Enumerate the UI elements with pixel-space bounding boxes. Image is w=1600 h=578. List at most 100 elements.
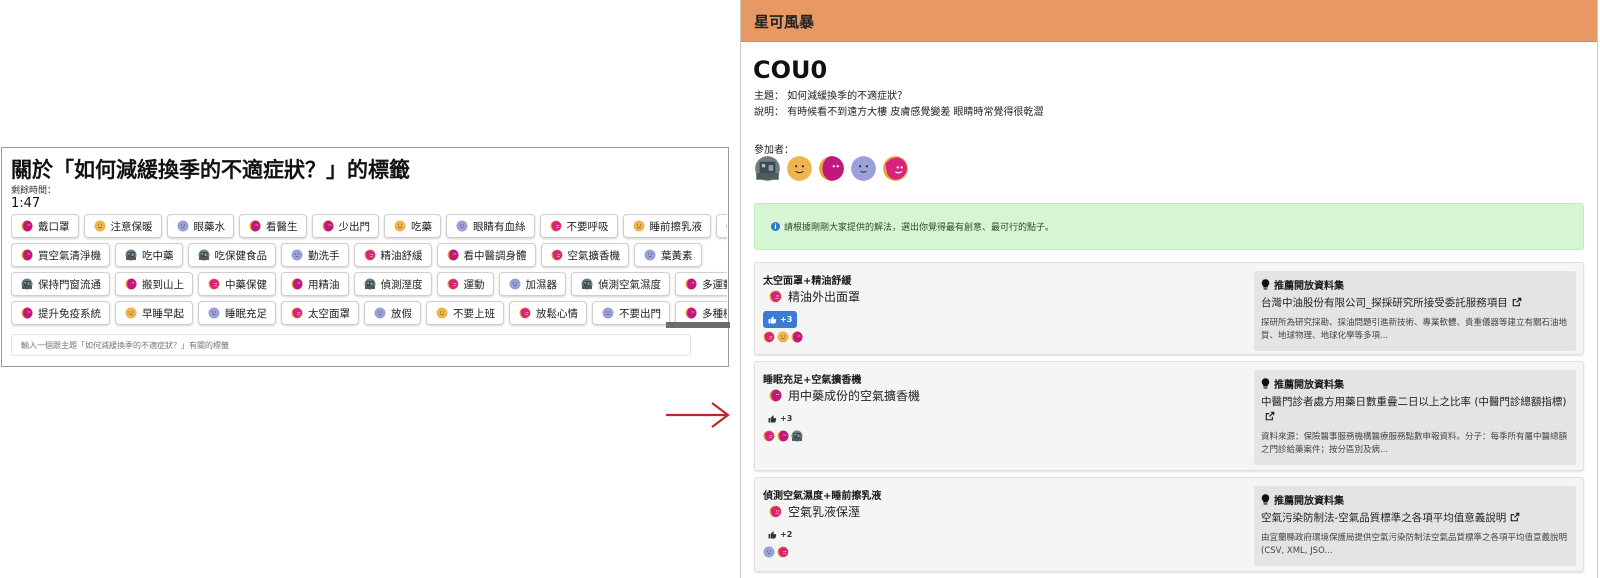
tag-chip[interactable]: 多運動 bbox=[675, 272, 727, 296]
tag-author-avatar-icon bbox=[436, 307, 448, 319]
dataset-name: 空氣污染防制法-空氣品質標準之各項平均值意義說明 bbox=[1261, 512, 1507, 524]
tag-chip[interactable]: 葉黃素 bbox=[634, 243, 702, 267]
tag-list-scrollbar[interactable] bbox=[666, 322, 730, 328]
tag-author-avatar-icon bbox=[177, 220, 188, 232]
tag-label: 偵測空氣濕度 bbox=[598, 278, 661, 291]
tag-chip[interactable]: 提升免疫系統 bbox=[11, 301, 110, 325]
tag-author-avatar-icon bbox=[125, 278, 137, 290]
tag-chip[interactable]: 眼藥水 bbox=[166, 214, 234, 238]
tag-label: 搬到山上 bbox=[142, 278, 184, 291]
tag-chip[interactable]: 加濕器 bbox=[498, 272, 566, 296]
topic-line: 主題： 如何減緩換季的不適症狀？ bbox=[754, 87, 907, 102]
tag-chip[interactable]: 吃藥 bbox=[384, 214, 441, 238]
topic-text: 如何減緩換季的不適症狀？ bbox=[787, 91, 908, 102]
participant-avatar-icon bbox=[883, 156, 908, 181]
tag-chip[interactable]: 睡前擦乳液 bbox=[622, 214, 711, 238]
tag-label: 放假 bbox=[391, 307, 412, 320]
tag-author-avatar-icon bbox=[633, 220, 644, 232]
tag-label: 少出門 bbox=[338, 220, 371, 233]
results-panel: 星可風暴 COU0 主題： 如何減緩換季的不適症狀？ 說明： 有時候看不到遠方大… bbox=[740, 0, 1598, 578]
tag-chip[interactable]: 不要出門 bbox=[592, 301, 670, 325]
tag-chip[interactable]: 太空面罩 bbox=[281, 301, 359, 325]
tag-chip[interactable]: 搬到山上 bbox=[115, 272, 193, 296]
tag-chip[interactable]: 睡眠充足 bbox=[198, 301, 276, 325]
tag-label: 戴口罩 bbox=[38, 220, 70, 233]
dataset-recommendation: 推薦開放資料集 台灣中油股份有限公司_探採研究所接受委託服務項目 探研所為研究採勘、… bbox=[1254, 271, 1576, 351]
tag-list: 戴口罩 注意保暖 眼藥水 看醫生 少出門 吃藥 眼睛有血絲 不要呼吸 睡前擦乳液 看中醫買空氣清淨… bbox=[11, 214, 727, 328]
tag-label: 睡眠充足 bbox=[225, 307, 267, 320]
tag-chip[interactable]: 吃中藥 bbox=[115, 243, 183, 267]
lightbulb-icon bbox=[1261, 378, 1270, 389]
dataset-link[interactable]: 中醫門診者處方用藥日數重疊二日以上之比率 (中醫門診總額指標) bbox=[1261, 395, 1569, 425]
idea-author-avatar-icon bbox=[769, 389, 782, 402]
dataset-link[interactable]: 台灣中油股份有限公司_探採研究所接受委託服務項目 bbox=[1261, 296, 1569, 311]
tag-label: 不要出門 bbox=[619, 307, 661, 320]
dataset-recommendation: 推薦開放資料集 中醫門診者處方用藥日數重疊二日以上之比率 (中醫門診總額指標) 資料… bbox=[1254, 370, 1576, 465]
tag-label: 保持門窗流通 bbox=[38, 278, 101, 291]
tag-chip[interactable]: 偵測空氣濕度 bbox=[571, 272, 670, 296]
tag-chip[interactable]: 看醫生 bbox=[239, 214, 307, 238]
participant-avatar-icon bbox=[819, 156, 844, 181]
external-link-icon bbox=[1511, 512, 1520, 522]
tag-chip[interactable]: 精油舒緩 bbox=[353, 243, 432, 267]
dataset-heading-row: 推薦開放資料集 bbox=[1261, 376, 1569, 391]
dataset-link[interactable]: 空氣污染防制法-空氣品質標準之各項平均值意義說明 bbox=[1261, 511, 1569, 526]
app-title: 星可風暴 bbox=[754, 13, 815, 31]
dataset-recommendation: 推薦開放資料集 空氣污染防制法-空氣品質標準之各項平均值意義說明 由宜蘭縣政府環境保… bbox=[1254, 486, 1576, 566]
tag-label: 多種樹 bbox=[702, 307, 727, 320]
voter-avatar-icon bbox=[763, 546, 775, 558]
timer-label: 剩餘時間： bbox=[11, 186, 57, 196]
dataset-name: 台灣中油股份有限公司_探採研究所接受委託服務項目 bbox=[1261, 297, 1508, 309]
dataset-heading-row: 推薦開放資料集 bbox=[1261, 277, 1569, 292]
tag-chip[interactable]: 注意保暖 bbox=[83, 214, 162, 238]
tag-row: 買空氣清淨機 吃中藥 吃保健食品 勤洗手 精油舒緩 看中醫調身體 空氣擴香機 葉黃素 bbox=[11, 243, 727, 267]
tag-chip[interactable]: 用精油 bbox=[281, 272, 349, 296]
tag-author-avatar-icon bbox=[581, 278, 593, 290]
tag-author-avatar-icon bbox=[456, 220, 468, 232]
tag-chip[interactable]: 不要呼吸 bbox=[539, 214, 618, 238]
tag-label: 葉黃素 bbox=[661, 249, 693, 262]
tag-author-avatar-icon bbox=[364, 249, 375, 261]
tag-chip[interactable]: 看中醫調身體 bbox=[436, 243, 536, 267]
tag-chip[interactable]: 放鬆心情 bbox=[509, 301, 587, 325]
like-button[interactable]: +3 bbox=[763, 410, 797, 427]
tag-chip[interactable]: 買空氣清淨機 bbox=[11, 243, 110, 267]
idea-card: 偵測空氣濕度+睡前擦乳液 空氣乳液保溼 +2 推薦開放資料集 空氣污染防制法-空氣品質標… bbox=[754, 477, 1584, 572]
tag-author-avatar-icon bbox=[125, 249, 137, 261]
tag-chip[interactable]: 戴口罩 bbox=[11, 214, 79, 238]
tag-chip[interactable]: 偵測溼度 bbox=[353, 272, 432, 296]
voter-avatar-icon bbox=[791, 430, 803, 442]
tag-chip[interactable]: 運動 bbox=[436, 272, 494, 296]
tag-label: 精油舒緩 bbox=[380, 249, 423, 262]
idea-card-title: 偵測空氣濕度+睡前擦乳液 bbox=[763, 491, 882, 502]
lightbulb-icon bbox=[1261, 494, 1270, 505]
tag-chip[interactable]: 不要上班 bbox=[426, 301, 504, 325]
voter-avatar-icon bbox=[777, 430, 789, 442]
tag-input[interactable] bbox=[11, 334, 691, 356]
external-link-icon bbox=[1512, 297, 1522, 307]
tag-author-avatar-icon bbox=[291, 307, 303, 319]
tag-label: 偵測溼度 bbox=[380, 278, 423, 291]
tag-author-avatar-icon bbox=[291, 278, 303, 290]
voter-list bbox=[763, 546, 791, 558]
tag-author-avatar-icon bbox=[21, 307, 33, 319]
lightbulb-icon bbox=[1261, 279, 1270, 290]
tag-author-avatar-icon bbox=[447, 249, 458, 261]
tag-chip[interactable]: 放假 bbox=[364, 301, 421, 325]
tag-author-avatar-icon bbox=[509, 278, 520, 290]
tag-chip[interactable]: 空氣擴香機 bbox=[540, 243, 629, 267]
tag-chip[interactable]: 少出門 bbox=[311, 214, 379, 238]
tag-chip[interactable]: 保持門窗流通 bbox=[11, 272, 110, 296]
voter-avatar-icon bbox=[763, 430, 775, 442]
topic-label: 主題： bbox=[754, 91, 784, 102]
tag-chip[interactable]: 早睡早起 bbox=[115, 301, 193, 325]
like-button[interactable]: +3 bbox=[763, 311, 798, 328]
tag-chip[interactable]: 看中醫 bbox=[716, 214, 727, 238]
voter-list bbox=[763, 430, 805, 442]
voter-avatar-icon bbox=[777, 546, 789, 558]
tag-chip[interactable]: 眼睛有血絲 bbox=[446, 214, 535, 238]
tag-chip[interactable]: 吃保健食品 bbox=[187, 243, 276, 267]
like-button[interactable]: +2 bbox=[763, 526, 797, 543]
tag-chip[interactable]: 勤洗手 bbox=[281, 243, 349, 267]
tag-chip[interactable]: 中藥保健 bbox=[198, 272, 276, 296]
